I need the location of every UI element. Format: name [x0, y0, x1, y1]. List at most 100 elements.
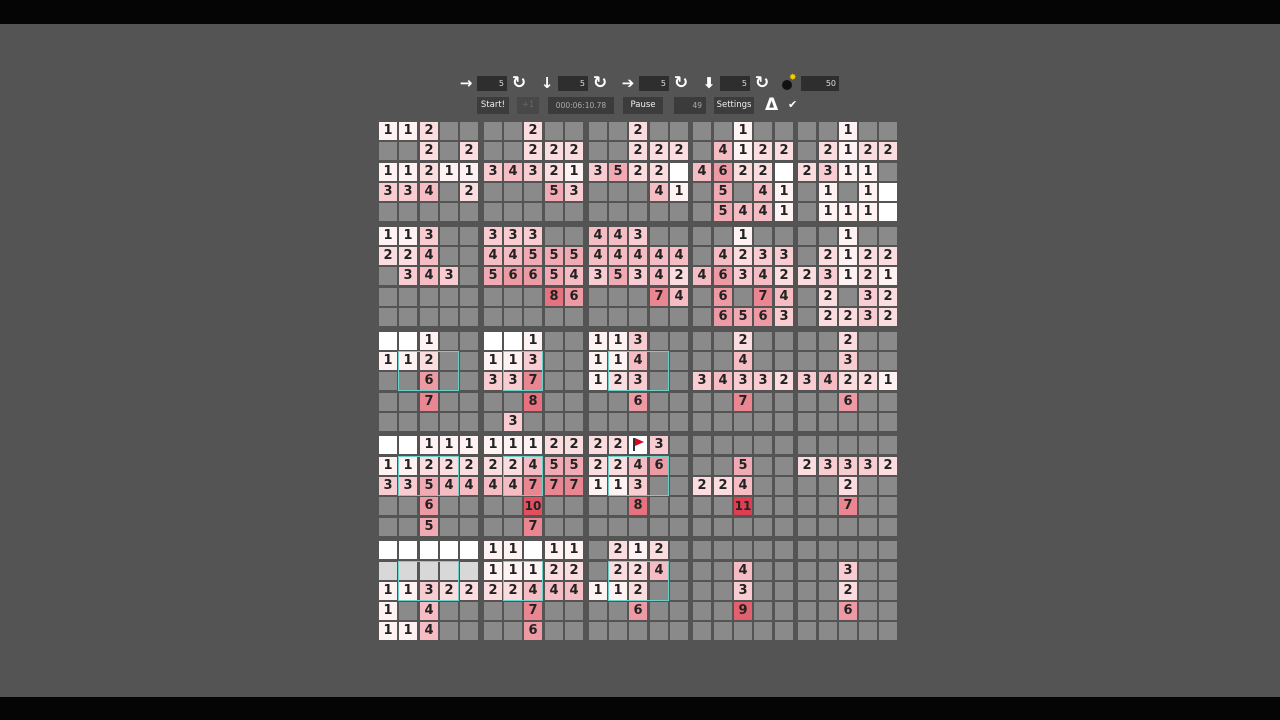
number-cell[interactable]: 3	[399, 477, 417, 495]
hidden-cell[interactable]	[524, 183, 542, 201]
number-cell[interactable]: 4	[754, 183, 772, 201]
hidden-cell[interactable]	[440, 288, 458, 306]
number-cell[interactable]: 1	[775, 203, 793, 221]
number-cell[interactable]: 4	[714, 142, 732, 160]
hidden-cell[interactable]	[693, 247, 711, 265]
number-cell[interactable]: 1	[839, 247, 857, 265]
number-cell[interactable]: 1	[504, 562, 522, 580]
empty-cell[interactable]	[440, 562, 458, 580]
number-cell[interactable]: 3	[819, 267, 837, 285]
hidden-cell[interactable]	[460, 393, 478, 411]
hidden-cell[interactable]	[379, 203, 397, 221]
number-cell[interactable]: 2	[420, 457, 438, 475]
hidden-cell[interactable]	[460, 622, 478, 640]
hidden-cell[interactable]	[399, 393, 417, 411]
number-cell[interactable]: 3	[734, 267, 752, 285]
number-cell[interactable]: 2	[859, 247, 877, 265]
number-cell[interactable]: 2	[650, 163, 668, 181]
number-cell[interactable]: 2	[545, 163, 563, 181]
number-cell[interactable]: 1	[670, 183, 688, 201]
hidden-cell[interactable]	[775, 413, 793, 431]
hidden-cell[interactable]	[819, 227, 837, 245]
number-cell[interactable]: 2	[798, 457, 816, 475]
step-button[interactable]: +1	[517, 97, 539, 114]
number-cell[interactable]: 3	[524, 352, 542, 370]
number-cell[interactable]: 3	[859, 308, 877, 326]
number-cell[interactable]: 2	[460, 582, 478, 600]
number-cell[interactable]: 2	[714, 477, 732, 495]
hidden-cell[interactable]	[565, 308, 583, 326]
hidden-cell[interactable]	[798, 477, 816, 495]
hidden-cell[interactable]	[545, 622, 563, 640]
hidden-cell[interactable]	[589, 288, 607, 306]
number-cell[interactable]: 1	[839, 163, 857, 181]
hidden-cell[interactable]	[545, 203, 563, 221]
hidden-cell[interactable]	[379, 372, 397, 390]
hidden-cell[interactable]	[460, 602, 478, 620]
hidden-cell[interactable]	[484, 142, 502, 160]
hidden-cell[interactable]	[650, 518, 668, 536]
hidden-cell[interactable]	[714, 352, 732, 370]
number-cell[interactable]: 1	[839, 142, 857, 160]
number-cell[interactable]: 4	[629, 352, 647, 370]
number-cell[interactable]: 1	[399, 122, 417, 140]
hidden-cell[interactable]	[714, 457, 732, 475]
hidden-cell[interactable]	[754, 541, 772, 559]
hidden-cell[interactable]	[460, 122, 478, 140]
number-cell[interactable]: 6	[839, 602, 857, 620]
number-cell[interactable]: 1	[734, 142, 752, 160]
number-cell[interactable]: 2	[693, 477, 711, 495]
number-cell[interactable]: 1	[504, 352, 522, 370]
number-cell[interactable]: 3	[420, 582, 438, 600]
hidden-cell[interactable]	[589, 602, 607, 620]
number-cell[interactable]: 3	[484, 372, 502, 390]
number-cell[interactable]: 1	[819, 203, 837, 221]
number-cell[interactable]: 1	[420, 436, 438, 454]
empty-cell[interactable]	[460, 562, 478, 580]
start-button[interactable]: Start!	[477, 97, 509, 114]
number-cell[interactable]: 7	[650, 288, 668, 306]
number-cell[interactable]: 2	[629, 122, 647, 140]
hidden-cell[interactable]	[714, 602, 732, 620]
move-down-fast-input[interactable]: 5	[720, 75, 750, 91]
hidden-cell[interactable]	[440, 622, 458, 640]
hidden-cell[interactable]	[565, 352, 583, 370]
number-cell[interactable]: 1	[589, 582, 607, 600]
number-cell[interactable]: 1	[379, 163, 397, 181]
hidden-cell[interactable]	[859, 582, 877, 600]
hidden-cell[interactable]	[754, 622, 772, 640]
number-cell[interactable]: 3	[798, 372, 816, 390]
number-cell[interactable]: 3	[819, 163, 837, 181]
hidden-cell[interactable]	[545, 352, 563, 370]
empty-cell[interactable]	[420, 562, 438, 580]
number-cell[interactable]: 4	[420, 247, 438, 265]
number-cell[interactable]: 4	[440, 477, 458, 495]
number-cell[interactable]: 2	[734, 332, 752, 350]
move-right-fast-input[interactable]: 5	[639, 75, 669, 91]
hidden-cell[interactable]	[693, 393, 711, 411]
number-cell[interactable]: 3	[734, 372, 752, 390]
number-cell[interactable]: 4	[504, 247, 522, 265]
number-cell[interactable]: 2	[420, 142, 438, 160]
hidden-cell[interactable]	[504, 122, 522, 140]
hidden-cell[interactable]	[798, 562, 816, 580]
number-cell[interactable]: 3	[379, 477, 397, 495]
reset-icon[interactable]: ↻	[591, 75, 609, 92]
hidden-cell[interactable]	[670, 477, 688, 495]
hidden-cell[interactable]	[754, 457, 772, 475]
hidden-cell[interactable]	[379, 142, 397, 160]
checkmark-icon[interactable]: ✔	[788, 97, 797, 113]
hidden-cell[interactable]	[693, 562, 711, 580]
hidden-cell[interactable]	[589, 142, 607, 160]
number-cell[interactable]: 1	[859, 183, 877, 201]
hidden-cell[interactable]	[819, 352, 837, 370]
number-cell[interactable]: 4	[420, 267, 438, 285]
number-cell[interactable]: 3	[504, 372, 522, 390]
number-cell[interactable]: 7	[420, 393, 438, 411]
hidden-cell[interactable]	[629, 183, 647, 201]
hidden-cell[interactable]	[379, 288, 397, 306]
settings-button[interactable]: Settings	[714, 97, 754, 114]
hidden-cell[interactable]	[819, 541, 837, 559]
hidden-cell[interactable]	[754, 518, 772, 536]
number-cell[interactable]: 2	[839, 582, 857, 600]
